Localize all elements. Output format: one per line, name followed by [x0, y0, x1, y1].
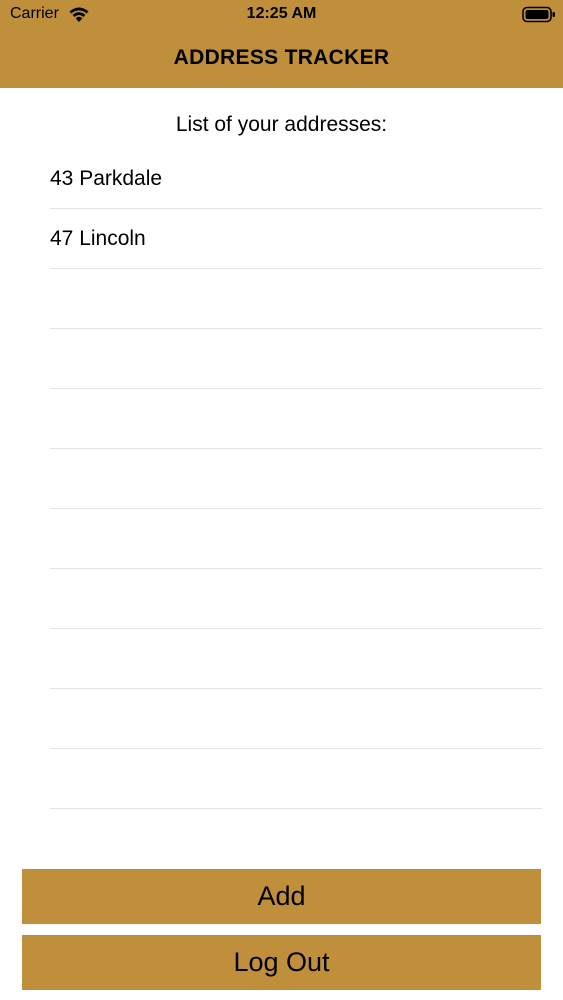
address-label: 47 Lincoln [50, 226, 146, 250]
address-label: 43 Parkdale [50, 166, 163, 190]
battery-icon [522, 6, 555, 23]
list-item[interactable] [50, 569, 542, 629]
logout-button[interactable]: Log Out [22, 935, 541, 990]
list-item[interactable] [50, 389, 542, 449]
list-item[interactable] [50, 329, 542, 389]
status-bar: Carrier 12:25 AM [0, 0, 563, 30]
list-item[interactable] [50, 509, 542, 569]
status-time: 12:25 AM [246, 5, 317, 22]
list-item[interactable] [50, 629, 542, 689]
list-item[interactable] [50, 449, 542, 509]
list-item[interactable] [50, 269, 542, 329]
list-item[interactable] [50, 689, 542, 749]
address-list: 43 Parkdale 47 Lincoln [50, 149, 542, 809]
app-header: Carrier 12:25 AM ADDRESS TRACKER [0, 0, 563, 88]
list-heading: List of your addresses: [175, 113, 388, 136]
add-button[interactable]: Add [22, 869, 541, 924]
list-item[interactable]: 47 Lincoln [50, 209, 542, 269]
list-item[interactable] [50, 749, 542, 809]
page-title: ADDRESS TRACKER [173, 46, 390, 69]
list-item[interactable]: 43 Parkdale [50, 149, 542, 209]
